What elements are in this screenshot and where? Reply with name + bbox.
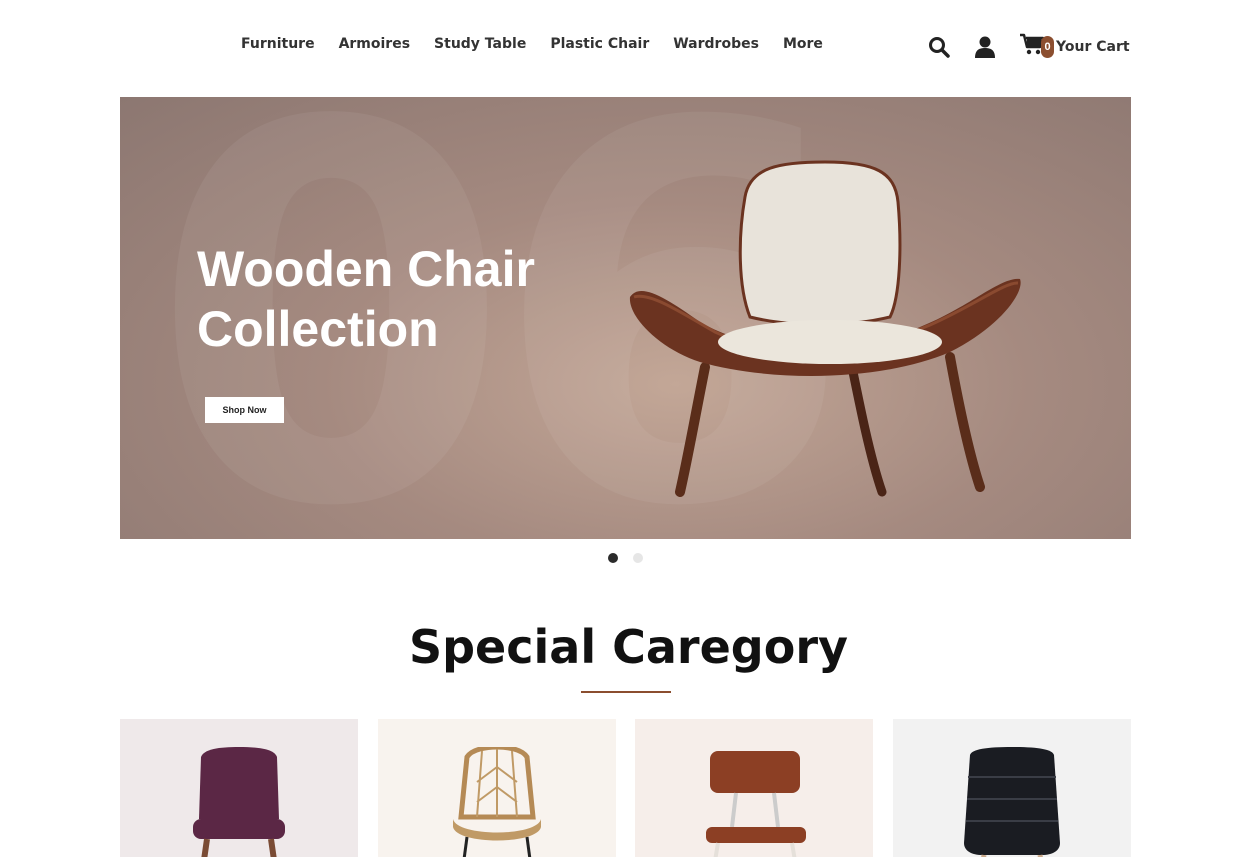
category-card-2[interactable]: [377, 719, 616, 857]
cart-button[interactable]: 0 Your Cart: [1019, 32, 1130, 61]
hero-title-line1: Wooden Chair: [197, 241, 535, 297]
category-card-4[interactable]: [892, 719, 1131, 857]
rattan-chair-image: [452, 747, 541, 857]
hero-title: Wooden Chair Collection: [197, 239, 577, 359]
carousel-dots: [608, 553, 658, 563]
nav-item-wardrobes[interactable]: Wardrobes: [673, 36, 759, 52]
carousel-dot-2[interactable]: [633, 553, 643, 563]
nav-item-plastic-chair[interactable]: Plastic Chair: [550, 36, 649, 52]
cart-label: Your Cart: [1056, 38, 1130, 55]
search-icon[interactable]: [927, 33, 951, 61]
shop-now-button[interactable]: Shop Now: [205, 397, 284, 423]
nav-item-armoires[interactable]: Armoires: [339, 36, 410, 52]
section-title: Special Caregory: [409, 620, 848, 674]
hero-chair-image: [629, 160, 1021, 497]
carousel-dot-1[interactable]: [608, 553, 618, 563]
site-header: Furniture Armoires Study Table Plastic C…: [0, 0, 1257, 97]
section-title-underline: [581, 691, 671, 693]
header-actions: 0 Your Cart: [927, 32, 1130, 61]
nav-item-furniture[interactable]: Furniture: [241, 36, 315, 52]
category-card-3[interactable]: [635, 719, 874, 857]
black-leather-chair-image: [963, 747, 1060, 857]
category-cards: [120, 719, 1131, 857]
brown-leather-chair-image: [706, 751, 807, 857]
nav-item-study-table[interactable]: Study Table: [434, 36, 526, 52]
user-icon[interactable]: [973, 33, 997, 61]
category-card-1[interactable]: [120, 719, 358, 857]
main-nav: Furniture Armoires Study Table Plastic C…: [229, 36, 835, 52]
hero-title-line2: Collection: [197, 301, 439, 357]
cart-count-badge: 0: [1041, 35, 1054, 58]
purple-chair-image: [193, 747, 285, 857]
nav-item-more[interactable]: More: [783, 36, 823, 52]
hero-banner: 06 Wooden Chair Collection Shop Now: [120, 97, 1131, 539]
